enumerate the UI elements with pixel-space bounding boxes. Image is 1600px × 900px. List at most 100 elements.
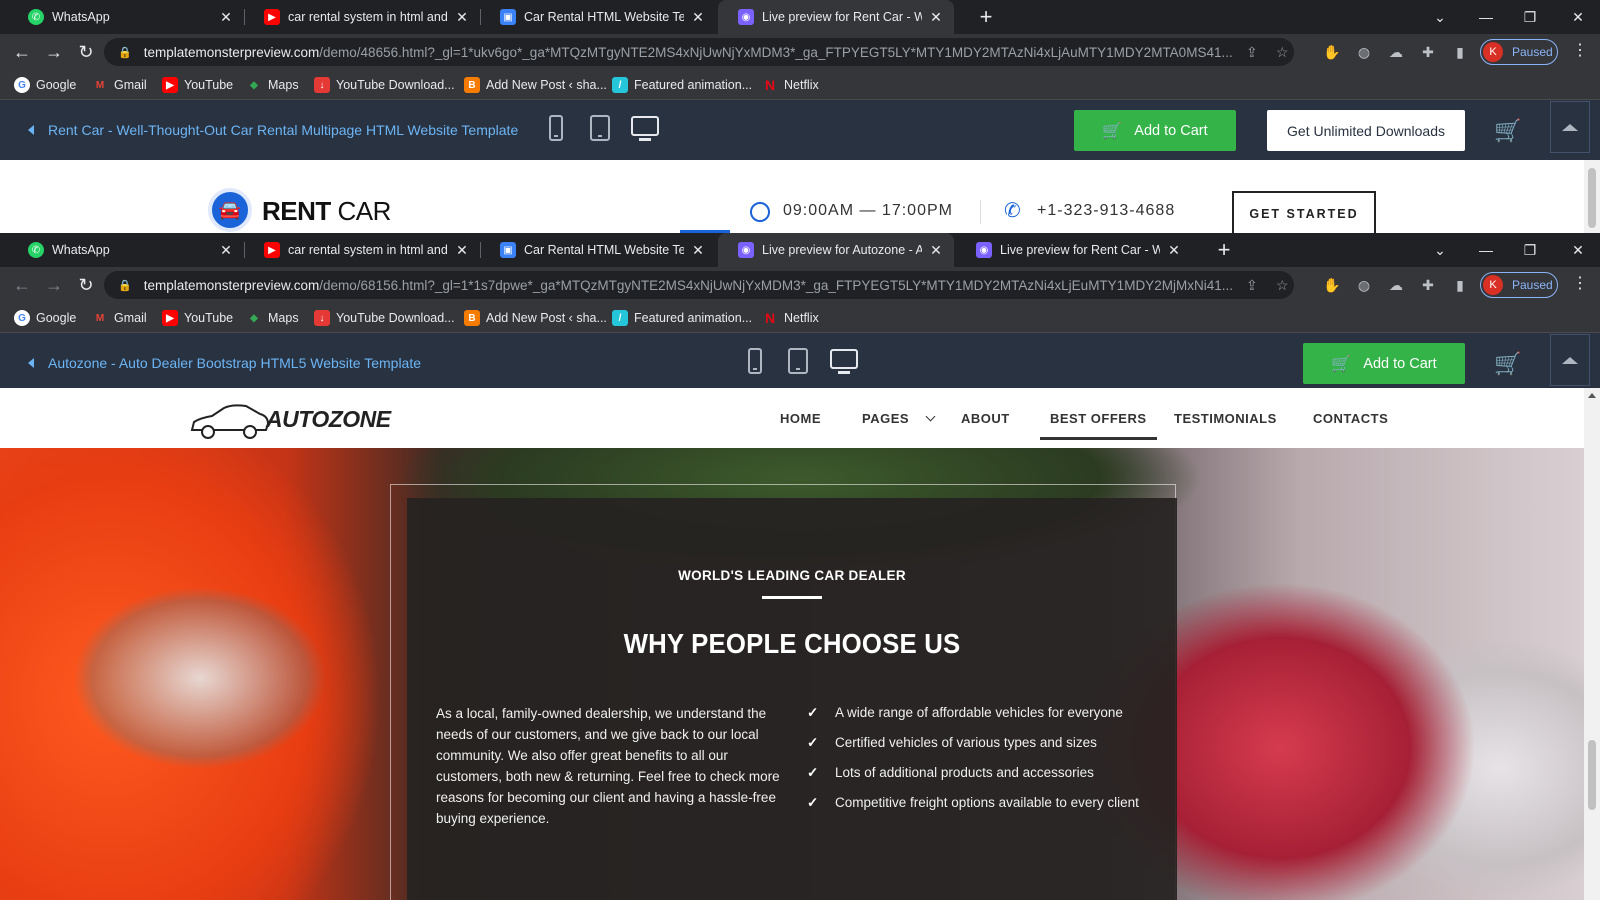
tab-rent-car-preview[interactable]: ◉ Live preview for Rent Car - Well-T ✕ [956, 233, 1192, 267]
desktop-view-icon[interactable] [631, 116, 659, 141]
bookmark-featured-animation[interactable]: / Featured animation... [612, 310, 752, 326]
collapse-bar-button[interactable] [1550, 101, 1590, 153]
nav-contacts[interactable]: CONTACTS [1313, 388, 1388, 448]
template-back-link[interactable]: Autozone - Auto Dealer Bootstrap HTML5 W… [28, 333, 421, 393]
profile-paused-button[interactable]: K Paused [1480, 272, 1558, 298]
forward-icon[interactable]: → [42, 273, 66, 297]
tab-search-icon[interactable]: ⌄ [1418, 0, 1462, 34]
collapse-bar-button[interactable] [1550, 334, 1590, 386]
bookmark-add-new-post[interactable]: B Add New Post ‹ sha... [464, 310, 607, 326]
close-tab-icon[interactable]: ✕ [218, 242, 234, 259]
tab-rent-car-preview[interactable]: ◉ Live preview for Rent Car - Well-T ✕ [718, 0, 954, 34]
cloud-icon[interactable]: ☁ [1386, 275, 1406, 295]
bookmark-netflix[interactable]: N Netflix [762, 310, 819, 326]
google-icon: G [14, 310, 30, 326]
minimize-icon[interactable]: — [1464, 233, 1508, 267]
restore-icon[interactable]: ❐ [1508, 233, 1552, 267]
tab-car-rental-template[interactable]: ▣ Car Rental HTML Website Templa ✕ [480, 233, 716, 267]
menu-icon[interactable]: ⋮ [1572, 40, 1588, 60]
back-icon[interactable]: ← [10, 40, 34, 64]
bookmark-youtube[interactable]: ▶ YouTube [162, 310, 233, 326]
restore-icon[interactable]: ❐ [1508, 0, 1552, 34]
menu-icon[interactable]: ⋮ [1572, 273, 1588, 293]
extensions-icon[interactable]: ✚ [1418, 275, 1438, 295]
nav-testimonials[interactable]: TESTIMONIALS [1174, 388, 1277, 448]
bookmark-star-icon[interactable]: ☆ [1276, 44, 1289, 61]
side-panel-icon[interactable]: ▮ [1450, 275, 1470, 295]
profile-paused-button[interactable]: K Paused [1480, 39, 1558, 65]
adblock-icon[interactable]: ✋ [1322, 275, 1342, 295]
forward-icon[interactable]: → [42, 40, 66, 64]
close-window-icon[interactable]: ✕ [1556, 0, 1600, 34]
reload-icon[interactable]: ↻ [74, 273, 98, 297]
nav-best-offers[interactable]: BEST OFFERS [1040, 388, 1156, 448]
globe-icon[interactable]: ◍ [1354, 42, 1374, 62]
close-tab-icon[interactable]: ✕ [218, 9, 234, 26]
bookmark-youtube[interactable]: ▶ YouTube [162, 77, 233, 93]
close-tab-icon[interactable]: ✕ [928, 9, 944, 26]
scroll-up-icon[interactable] [1588, 393, 1596, 398]
get-unlimited-downloads-button[interactable]: Get Unlimited Downloads [1267, 110, 1465, 151]
autozone-brand[interactable]: AUTOZONE [266, 406, 391, 433]
check-icon: ✓ [807, 735, 819, 750]
cart-icon[interactable]: 🛒 [1494, 118, 1521, 144]
cart-icon[interactable]: 🛒 [1494, 351, 1521, 377]
tablet-view-icon[interactable] [590, 115, 610, 141]
scrollbar[interactable] [1584, 160, 1600, 233]
cloud-icon[interactable]: ☁ [1386, 42, 1406, 62]
phone-number[interactable]: +1-323-913-4688 [1037, 202, 1175, 220]
bookmark-gmail[interactable]: M Gmail [92, 77, 147, 93]
reload-icon[interactable]: ↻ [74, 40, 98, 64]
bookmark-youtube-download[interactable]: ↓ YouTube Download... [314, 310, 455, 326]
address-bar[interactable]: 🔒 templatemonsterpreview.com/demo/48656.… [104, 38, 1294, 66]
template-back-link[interactable]: Rent Car - Well-Thought-Out Car Rental M… [28, 100, 518, 160]
bookmark-maps[interactable]: ◆ Maps [246, 310, 298, 326]
address-bar[interactable]: 🔒 templatemonsterpreview.com/demo/68156.… [104, 271, 1294, 299]
minimize-icon[interactable]: — [1464, 0, 1508, 34]
close-tab-icon[interactable]: ✕ [690, 9, 706, 26]
add-to-cart-button[interactable]: 🛒 Add to Cart [1074, 110, 1236, 151]
tab-car-rental-template[interactable]: ▣ Car Rental HTML Website Templa ✕ [480, 0, 716, 34]
get-started-button[interactable]: GET STARTED [1232, 191, 1376, 233]
close-tab-icon[interactable]: ✕ [454, 9, 470, 26]
bookmark-star-icon[interactable]: ☆ [1276, 277, 1289, 294]
new-tab-button[interactable]: + [1210, 233, 1238, 267]
globe-icon[interactable]: ◍ [1354, 275, 1374, 295]
tab-youtube-search[interactable]: ▶ car rental system in html and css ✕ [244, 0, 480, 34]
close-tab-icon[interactable]: ✕ [1166, 242, 1182, 259]
scrollbar[interactable] [1584, 388, 1600, 900]
tab-autozone-preview[interactable]: ◉ Live preview for Autozone - Auto ✕ [718, 233, 954, 267]
tab-whatsapp[interactable]: ✆ WhatsApp ✕ [8, 233, 244, 267]
bookmark-netflix[interactable]: N Netflix [762, 77, 819, 93]
close-tab-icon[interactable]: ✕ [454, 242, 470, 259]
tab-search-icon[interactable]: ⌄ [1418, 233, 1462, 267]
close-tab-icon[interactable]: ✕ [928, 242, 944, 259]
share-icon[interactable]: ⇪ [1246, 44, 1258, 61]
rent-car-brand[interactable]: RENT CAR [262, 196, 391, 227]
close-tab-icon[interactable]: ✕ [690, 242, 706, 259]
nav-home[interactable]: HOME [780, 388, 821, 448]
nav-pages[interactable]: PAGES [862, 388, 936, 448]
bookmark-featured-animation[interactable]: / Featured animation... [612, 77, 752, 93]
side-panel-icon[interactable]: ▮ [1450, 42, 1470, 62]
bookmark-google[interactable]: G Google [14, 310, 76, 326]
back-icon[interactable]: ← [10, 273, 34, 297]
bookmark-add-new-post[interactable]: B Add New Post ‹ sha... [464, 77, 607, 93]
new-tab-button[interactable]: + [972, 0, 1000, 34]
mobile-view-icon[interactable] [748, 348, 762, 374]
bookmark-google[interactable]: G Google [14, 77, 76, 93]
tab-youtube-search[interactable]: ▶ car rental system in html and css ✕ [244, 233, 480, 267]
tab-whatsapp[interactable]: ✆ WhatsApp ✕ [8, 0, 244, 34]
mobile-view-icon[interactable] [549, 115, 563, 141]
extensions-icon[interactable]: ✚ [1418, 42, 1438, 62]
bookmark-youtube-download[interactable]: ↓ YouTube Download... [314, 77, 455, 93]
desktop-view-icon[interactable] [830, 349, 858, 374]
add-to-cart-button[interactable]: 🛒 Add to Cart [1303, 343, 1465, 384]
bookmark-maps[interactable]: ◆ Maps [246, 77, 298, 93]
share-icon[interactable]: ⇪ [1246, 277, 1258, 294]
bookmark-gmail[interactable]: M Gmail [92, 310, 147, 326]
tablet-view-icon[interactable] [788, 348, 808, 374]
adblock-icon[interactable]: ✋ [1322, 42, 1342, 62]
close-window-icon[interactable]: ✕ [1556, 233, 1600, 267]
nav-about[interactable]: ABOUT [961, 388, 1010, 448]
